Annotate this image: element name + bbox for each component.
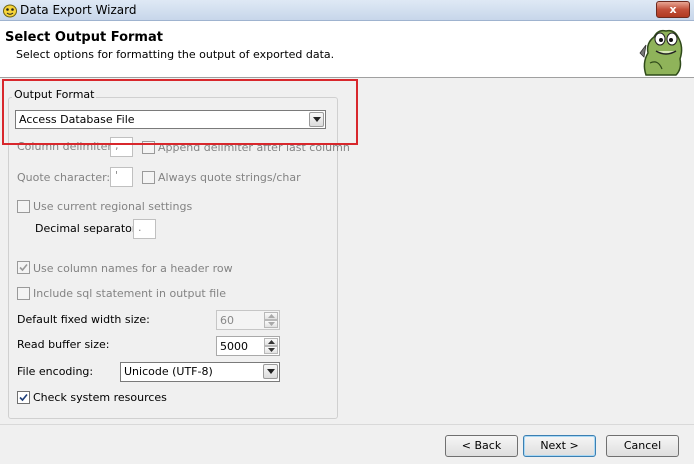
read-buffer-label: Read buffer size: [17, 338, 110, 351]
quote-character-label: Quote character: [17, 171, 111, 184]
page-subtitle: Select options for formatting the output… [16, 48, 335, 61]
close-button[interactable]: x [656, 1, 690, 18]
include-sql-label: Include sql statement in output file [33, 287, 226, 300]
chevron-down-icon[interactable] [263, 364, 278, 379]
file-encoding-value: Unicode (UTF-8) [124, 365, 213, 378]
back-button[interactable]: < Back [445, 435, 518, 457]
include-sql-checkbox[interactable] [17, 287, 30, 300]
default-fixed-width-label: Default fixed width size: [17, 313, 150, 326]
checkmark-icon [19, 263, 28, 272]
column-names-header-checkbox[interactable] [17, 261, 30, 274]
chevron-down-icon[interactable] [309, 112, 324, 127]
default-fixed-width-stepper[interactable]: 60 [216, 310, 280, 330]
regional-settings-label: Use current regional settings [33, 200, 193, 213]
always-quote-label: Always quote strings/char [158, 171, 301, 184]
output-format-value: Access Database File [19, 113, 135, 126]
title-bar: Data Export Wizard x [0, 0, 694, 21]
cancel-button[interactable]: Cancel [606, 435, 679, 457]
append-delimiter-label: Append delimiter after last column [158, 141, 350, 154]
regional-settings-checkbox[interactable] [17, 200, 30, 213]
app-icon [3, 4, 17, 18]
default-fixed-width-value: 60 [220, 314, 234, 327]
append-delimiter-checkbox[interactable] [142, 141, 155, 154]
column-delimiter-input[interactable]: , [110, 137, 133, 157]
toad-mascot-icon [639, 29, 683, 76]
quote-character-input[interactable]: ' [110, 167, 133, 187]
read-buffer-value: 5000 [220, 340, 248, 353]
button-bar: < Back Next > Cancel [0, 424, 694, 464]
next-button[interactable]: Next > [523, 435, 596, 457]
column-names-header-label: Use column names for a header row [33, 262, 233, 275]
wizard-header: Select Output Format Select options for … [0, 21, 694, 78]
decimal-separator-input[interactable]: . [133, 219, 156, 239]
window-title: Data Export Wizard [20, 3, 137, 17]
decimal-separator-label: Decimal separator: [35, 222, 140, 235]
spin-down-icon[interactable] [264, 346, 278, 354]
check-resources-checkbox[interactable] [17, 391, 30, 404]
spin-down-icon[interactable] [264, 320, 278, 328]
check-resources-label: Check system resources [33, 391, 167, 404]
column-delimiter-label: Column delimiter: [17, 140, 116, 153]
output-format-dropdown[interactable]: Access Database File [15, 110, 326, 129]
checkmark-icon [19, 393, 28, 402]
spin-up-icon[interactable] [264, 338, 278, 346]
file-encoding-dropdown[interactable]: Unicode (UTF-8) [120, 362, 280, 382]
page-title: Select Output Format [5, 30, 163, 45]
file-encoding-label: File encoding: [17, 365, 94, 378]
always-quote-checkbox[interactable] [142, 171, 155, 184]
read-buffer-stepper[interactable]: 5000 [216, 336, 280, 356]
spin-up-icon[interactable] [264, 312, 278, 320]
output-format-group-label: Output Format [12, 88, 97, 101]
